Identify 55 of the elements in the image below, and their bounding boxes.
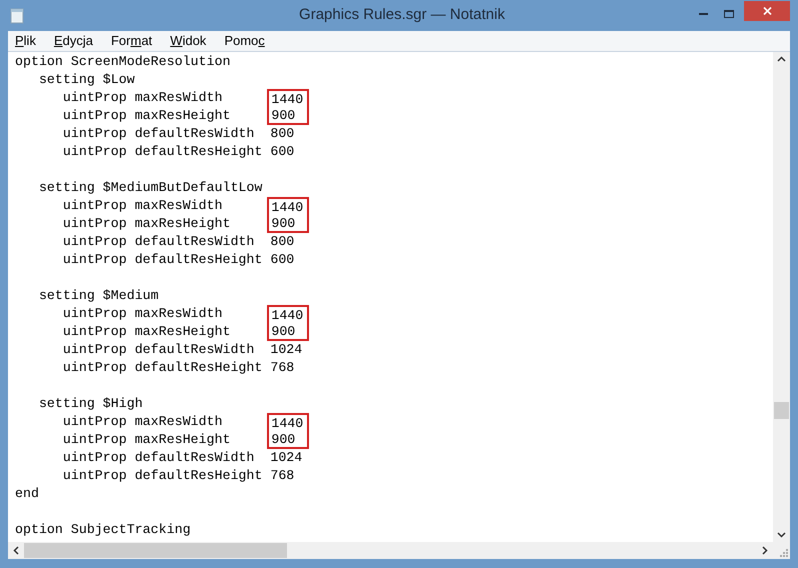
close-button[interactable] — [744, 0, 790, 20]
minimize-icon — [698, 12, 708, 14]
code-line: uintProp defaultResHeight — [62, 467, 264, 485]
code-line: uintProp maxResHeight — [62, 431, 232, 449]
code-value: 768 — [270, 467, 294, 485]
code-line: option SubjectTracking — [15, 521, 191, 539]
code-value: 1024 — [270, 341, 302, 359]
code-line: uintProp defaultResHeight — [62, 143, 264, 161]
code-value: 1024 — [270, 449, 302, 467]
code-line: uintProp defaultResWidth — [62, 341, 256, 359]
menu-item[interactable]: Widok — [164, 31, 212, 51]
maximize-icon — [724, 10, 734, 18]
code-value: 768 — [270, 359, 294, 377]
code-line: uintProp maxResWidth — [62, 305, 224, 323]
menu-item[interactable]: Format — [104, 31, 158, 51]
code-line: setting $MediumButDefaultLow — [38, 179, 262, 197]
code-line: uintProp maxResWidth — [62, 413, 224, 431]
notepad-icon — [10, 8, 24, 24]
code-line: uintProp maxResHeight — [62, 215, 232, 233]
code-line: uintProp defaultResWidth — [62, 125, 256, 143]
menu-item[interactable]: Edycja — [48, 31, 99, 51]
highlighted-value: 1440 — [267, 413, 310, 431]
code-line: setting $Medium — [38, 287, 159, 305]
code-line: uintProp maxResHeight — [62, 107, 232, 125]
highlighted-value: 1440 — [267, 89, 310, 107]
highlighted-value: 1440 — [267, 197, 310, 215]
scrollbar-thumb[interactable] — [24, 543, 287, 558]
code-line: uintProp maxResWidth — [62, 197, 224, 215]
code-value: 800 — [270, 125, 294, 143]
vertical-scrollbar[interactable] — [773, 52, 790, 542]
highlighted-value: 900 — [267, 323, 310, 341]
scrollbar-thumb[interactable] — [774, 402, 789, 419]
highlighted-value: 900 — [267, 107, 310, 125]
code-line: uintProp maxResHeight — [62, 323, 232, 341]
code-line: uintProp defaultResHeight — [62, 359, 264, 377]
menu-item[interactable]: Pomoc — [218, 31, 271, 51]
highlighted-value: 1440 — [267, 305, 310, 323]
code-value: 600 — [270, 251, 294, 269]
code-line: uintProp defaultResWidth — [62, 449, 256, 467]
highlighted-value: 900 — [267, 431, 310, 449]
menu-item[interactable]: Plik — [9, 31, 42, 51]
code-value: 600 — [270, 143, 294, 161]
code-line: option ScreenModeResolution — [15, 53, 230, 71]
resize-grip-icon — [780, 549, 788, 557]
window-title: Graphics Rules.sgr — Notatnik — [298, 5, 506, 26]
code-line: uintProp maxResWidth — [62, 89, 224, 107]
code-line: setting $Low — [38, 71, 135, 89]
code-line: end — [15, 485, 39, 503]
horizontal-scrollbar[interactable] — [8, 542, 773, 559]
code-line: setting $High — [38, 395, 143, 413]
highlighted-value: 900 — [267, 215, 310, 233]
close-icon — [762, 6, 772, 14]
code-line: uintProp defaultResHeight — [62, 251, 264, 269]
code-value: 800 — [270, 233, 294, 251]
code-line: uintProp defaultResWidth — [62, 233, 256, 251]
